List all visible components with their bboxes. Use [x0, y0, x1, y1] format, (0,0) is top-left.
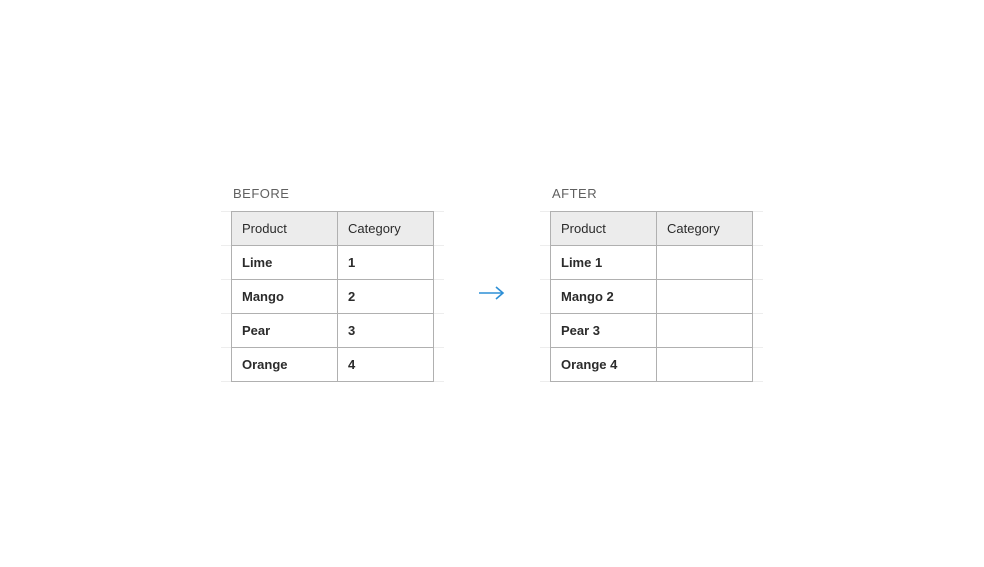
table-row: Lime 1 [232, 245, 434, 279]
cell-category [657, 347, 753, 381]
table-row: Mango 2 [232, 279, 434, 313]
header-category: Category [657, 211, 753, 245]
before-table: Product Category Lime 1 Mango 2 Pear [231, 211, 434, 382]
cell-product: Lime 1 [551, 245, 657, 279]
table-row: Lime 1 [551, 245, 753, 279]
before-label: BEFORE [233, 186, 434, 201]
cell-product: Orange 4 [551, 347, 657, 381]
cell-category: 1 [338, 245, 434, 279]
cell-category: 2 [338, 279, 434, 313]
cell-category [657, 245, 753, 279]
cell-product: Mango 2 [551, 279, 657, 313]
cell-product: Orange [232, 347, 338, 381]
table-row: Orange 4 [551, 347, 753, 381]
cell-category [657, 279, 753, 313]
after-panel: AFTER Product Category L [550, 186, 753, 382]
header-product: Product [551, 211, 657, 245]
header-product: Product [232, 211, 338, 245]
table-header-row: Product Category [232, 211, 434, 245]
cell-product: Lime [232, 245, 338, 279]
after-table: Product Category Lime 1 Mango 2 Pear 3 [550, 211, 753, 382]
cell-category: 4 [338, 347, 434, 381]
cell-category: 3 [338, 313, 434, 347]
table-row: Pear 3 [232, 313, 434, 347]
arrow-icon [478, 284, 506, 302]
diagram-canvas: BEFORE Product Category [231, 186, 753, 382]
cell-product: Pear 3 [551, 313, 657, 347]
after-sheet: Product Category Lime 1 Mango 2 Pear 3 [550, 211, 753, 382]
table-row: Orange 4 [232, 347, 434, 381]
cell-product: Pear [232, 313, 338, 347]
cell-category [657, 313, 753, 347]
before-sheet: Product Category Lime 1 Mango 2 Pear [231, 211, 434, 382]
table-header-row: Product Category [551, 211, 753, 245]
cell-product: Mango [232, 279, 338, 313]
after-label: AFTER [552, 186, 753, 201]
table-row: Mango 2 [551, 279, 753, 313]
before-panel: BEFORE Product Category [231, 186, 434, 382]
table-row: Pear 3 [551, 313, 753, 347]
header-category: Category [338, 211, 434, 245]
